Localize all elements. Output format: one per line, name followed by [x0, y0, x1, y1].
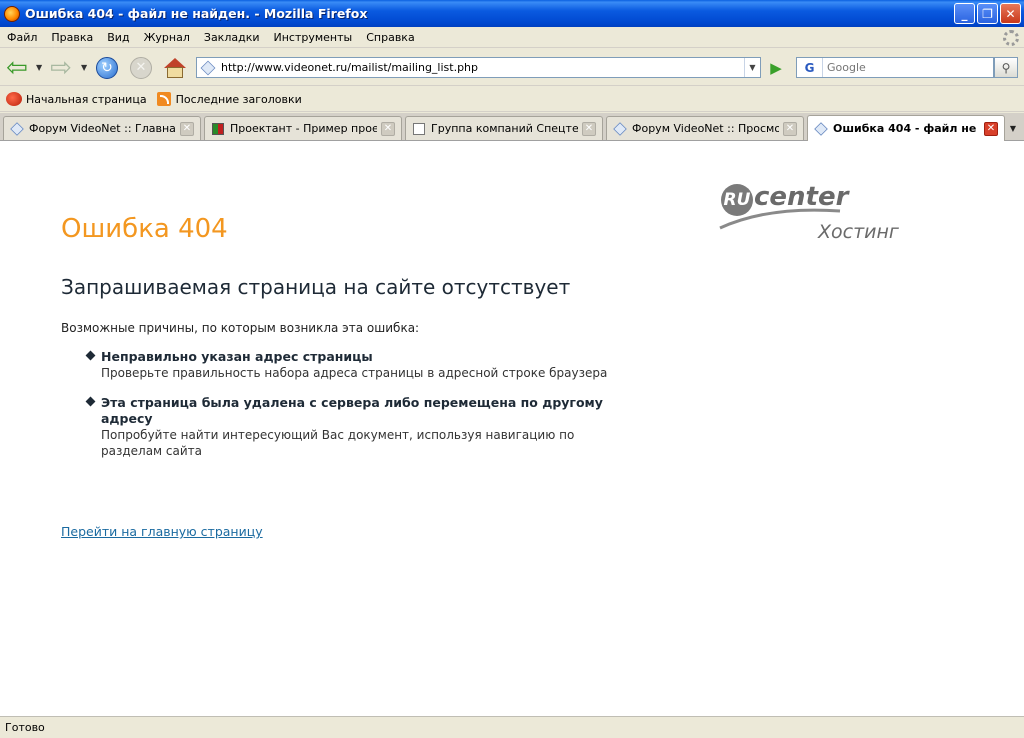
logo-hosting: Хостинг: [818, 221, 899, 243]
tab-spectech[interactable]: Группа компаний Спецтех... ✕: [405, 116, 603, 140]
tab-close-icon[interactable]: ✕: [984, 121, 998, 136]
proektant-icon: [212, 122, 224, 135]
throbber-icon: [1003, 30, 1019, 46]
bookmarks-toolbar: Начальная страница Последние заголовки: [0, 87, 1024, 112]
menu-edit[interactable]: Правка: [44, 31, 100, 44]
rss-icon: [156, 92, 171, 106]
home-button[interactable]: [162, 54, 188, 81]
menu-bar: Файл Правка Вид Журнал Закладки Инструме…: [0, 27, 1024, 48]
logo-center: center: [754, 182, 849, 212]
menu-history[interactable]: Журнал: [137, 31, 197, 44]
reload-icon: ↻: [96, 56, 118, 79]
firefox-icon: [4, 5, 20, 22]
window-controls: _ ❐ ✕: [954, 3, 1021, 24]
tab-label: Ошибка 404 - файл не н...: [833, 122, 980, 135]
reason-text: Проверьте правильность набора адреса стр…: [101, 366, 608, 380]
address-bar[interactable]: http://www.videonet.ru/mailist/mailing_l…: [196, 57, 761, 78]
bookmark-home[interactable]: Начальная страница: [6, 92, 147, 106]
search-box[interactable]: G: [796, 57, 994, 78]
forward-history-dropdown-icon[interactable]: ▼: [81, 63, 87, 72]
tab-error-404[interactable]: Ошибка 404 - файл не н... ✕: [807, 115, 1005, 141]
page-icon: [413, 122, 425, 135]
bullet-icon: [85, 396, 96, 407]
status-bar: Готово: [0, 716, 1024, 738]
menu-help[interactable]: Справка: [359, 31, 421, 44]
back-button[interactable]: ⇦: [3, 54, 31, 81]
back-arrow-icon: ⇦: [6, 52, 28, 83]
page-content: Ошибка 404 RU center Хостинг Запрашиваем…: [0, 141, 1024, 716]
bookmark-home-label: Начальная страница: [26, 92, 147, 106]
forward-button[interactable]: ⇨: [47, 54, 75, 81]
tab-label: Группа компаний Спецтех...: [431, 122, 578, 135]
window-title: Ошибка 404 - файл не найден. - Mozilla F…: [25, 6, 368, 21]
tab-close-icon[interactable]: ✕: [381, 121, 395, 136]
videonet-icon: [613, 121, 627, 136]
reason-heading: Эта страница была удалена с сервера либо…: [101, 395, 603, 426]
bullet-icon: [85, 350, 96, 361]
tab-close-icon[interactable]: ✕: [783, 121, 797, 136]
tab-bar: Форум VideoNet :: Главная ✕ Проектант - …: [0, 113, 1024, 141]
tab-proektant[interactable]: Проектант - Пример прое... ✕: [204, 116, 402, 140]
go-button[interactable]: ▶: [765, 57, 787, 78]
close-button[interactable]: ✕: [1000, 3, 1021, 24]
bookmark-latest-headlines-label: Последние заголовки: [175, 92, 302, 106]
magnifier-icon: ⚲: [1001, 60, 1011, 75]
tab-videonet-main[interactable]: Форум VideoNet :: Главная ✕: [3, 116, 201, 140]
reasons-list: Неправильно указан адрес страницы Провер…: [85, 349, 627, 473]
tab-videonet-view[interactable]: Форум VideoNet :: Просмот... ✕: [606, 116, 804, 140]
site-favicon-icon: [200, 60, 216, 75]
videonet-icon: [10, 121, 24, 136]
tab-label: Форум VideoNet :: Просмот...: [632, 122, 779, 135]
maximize-button[interactable]: ❐: [977, 3, 998, 24]
minimize-button[interactable]: _: [954, 3, 975, 24]
url-input[interactable]: http://www.videonet.ru/mailist/mailing_l…: [221, 61, 744, 74]
list-item: Эта страница была удалена с сервера либо…: [85, 395, 627, 459]
logo-ru: RU: [721, 184, 753, 216]
rucenter-hosting-logo: RU center Хостинг: [718, 180, 908, 250]
menu-tools[interactable]: Инструменты: [267, 31, 360, 44]
firefox-bookmark-icon: [6, 92, 22, 106]
home-page-link[interactable]: Перейти на главную страницу: [61, 524, 263, 539]
google-engine-icon[interactable]: G: [797, 58, 823, 77]
reasons-intro: Возможные причины, по которым возникла э…: [61, 321, 420, 335]
tab-label: Проектант - Пример прое...: [230, 122, 377, 135]
videonet-icon: [814, 121, 828, 136]
tab-list-dropdown-icon[interactable]: ▼: [1004, 119, 1022, 137]
window-titlebar[interactable]: Ошибка 404 - файл не найден. - Mozilla F…: [0, 0, 1024, 27]
reload-button[interactable]: ↻: [94, 54, 120, 81]
search-input[interactable]: [823, 61, 983, 74]
url-history-dropdown-icon[interactable]: ▼: [744, 58, 760, 77]
menu-bookmarks[interactable]: Закладки: [197, 31, 267, 44]
reason-heading: Неправильно указан адрес страницы: [101, 349, 373, 364]
error-subtitle: Запрашиваемая страница на сайте отсутств…: [61, 275, 571, 299]
tab-label: Форум VideoNet :: Главная: [29, 122, 176, 135]
go-arrow-icon: ▶: [770, 58, 782, 77]
stop-button[interactable]: ✕: [128, 54, 154, 81]
tab-close-icon[interactable]: ✕: [582, 121, 596, 136]
status-text: Готово: [5, 721, 45, 734]
home-icon: [164, 57, 186, 78]
bookmark-latest-headlines[interactable]: Последние заголовки: [156, 92, 302, 106]
menu-file[interactable]: Файл: [0, 31, 44, 44]
error-title: Ошибка 404: [61, 214, 228, 244]
back-history-dropdown-icon[interactable]: ▼: [36, 63, 42, 72]
reason-text: Попробуйте найти интересующий Вас докуме…: [101, 428, 575, 458]
menu-view[interactable]: Вид: [100, 31, 136, 44]
stop-icon: ✕: [130, 56, 152, 79]
list-item: Неправильно указан адрес страницы Провер…: [85, 349, 627, 381]
tab-close-icon[interactable]: ✕: [180, 121, 194, 136]
forward-arrow-icon: ⇨: [50, 52, 72, 83]
search-button[interactable]: ⚲: [994, 57, 1018, 78]
